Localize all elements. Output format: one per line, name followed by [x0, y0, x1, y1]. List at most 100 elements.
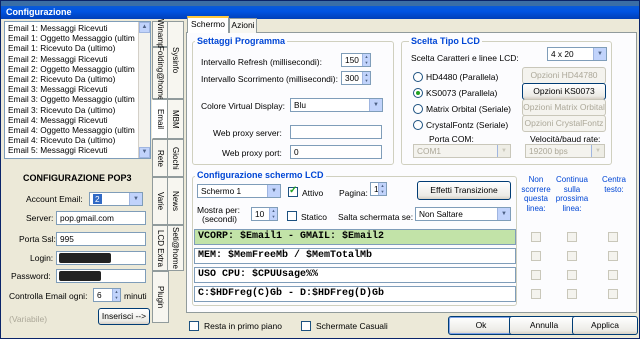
chevron-down-icon[interactable]: ▼ [591, 145, 604, 157]
center-checkbox-1[interactable] [608, 232, 618, 242]
tab-sysinfo[interactable]: Sysinfo [167, 21, 184, 99]
server-field[interactable]: pop.gmail.com [56, 211, 146, 225]
proxy-port-label: Web proxy port: [222, 148, 282, 158]
no-scroll-checkbox-2[interactable] [531, 251, 541, 261]
page-stepper[interactable]: 1 ▲ ▼ [370, 182, 387, 196]
chevron-down-icon[interactable]: ▼ [593, 48, 606, 60]
proxy-server-field[interactable] [290, 125, 382, 139]
refresh-stepper[interactable]: 150 ▲ ▼ [341, 53, 371, 67]
password-field[interactable] [56, 269, 146, 283]
center-checkbox-3[interactable] [608, 270, 618, 280]
account-select[interactable]: 2 ▼ [89, 192, 143, 206]
list-item[interactable]: Email 3: Ricevuto Da (ultimo) [5, 105, 139, 115]
port-label: Porta Ssl: [19, 234, 56, 244]
center-checkbox-2[interactable] [608, 251, 618, 261]
show-for-stepper[interactable]: 10 ▲ ▼ [251, 207, 278, 221]
ok-button[interactable]: Ok [448, 316, 514, 335]
no-scroll-header: Non scorrere questa linea: [521, 175, 551, 213]
check-interval-label: Controlla Email ogni: [9, 291, 88, 301]
lcd-line-1[interactable]: VCORP: $Email1 - GMAIL: $Email2 [194, 229, 516, 245]
list-item[interactable]: Email 4: Messaggi Ricevuti [5, 115, 139, 125]
tab-giochi[interactable]: Giochi [167, 139, 184, 177]
no-scroll-checkbox-4[interactable] [531, 289, 541, 299]
continue-checkbox-3[interactable] [567, 270, 577, 280]
chevron-down-icon[interactable]: ▼ [497, 145, 510, 157]
no-scroll-checkbox-1[interactable] [531, 232, 541, 242]
com-port-label: Porta COM: [429, 134, 474, 144]
color-select[interactable]: Blu ▼ [290, 98, 383, 112]
lcd-line-4[interactable]: C:$HDFreg(C)Gb - D:$HDFreg(D)Gb [194, 286, 516, 302]
list-item[interactable]: Email 4: Oggetto Messaggio (ultim [5, 125, 139, 135]
list-item[interactable]: Email 5: Messaggi Ricevuti [5, 145, 139, 155]
continue-checkbox-2[interactable] [567, 251, 577, 261]
screen-config-title: Configurazione schermo LCD [195, 170, 326, 180]
window-title: Configurazione [1, 6, 639, 19]
skip-select[interactable]: Non Saltare ▼ [415, 207, 511, 221]
tab-seti-home[interactable]: Seti@home [167, 225, 184, 271]
list-item[interactable]: Email 3: Messaggi Ricevuti [5, 84, 139, 94]
list-item[interactable]: Email 1: Messaggi Ricevuti [5, 23, 139, 33]
ks0073-options-button[interactable]: Opzioni KS0073 [522, 83, 606, 100]
tab-news[interactable]: News [167, 177, 184, 225]
active-checkbox[interactable] [288, 185, 298, 197]
list-item[interactable]: Email 1: Ricevuto Da (ultimo) [5, 43, 139, 53]
tab-azioni[interactable]: Azioni [229, 18, 257, 33]
random-screens-checkbox[interactable] [301, 321, 311, 331]
scroll-up-icon[interactable]: ▲ [139, 22, 150, 33]
radio-ks0073[interactable] [413, 88, 423, 98]
continue-checkbox-4[interactable] [567, 289, 577, 299]
radio-hd44780-label: HD4480 (Parallela) [426, 72, 499, 82]
list-item[interactable]: Email 3: Oggetto Messaggio (ultim [5, 94, 139, 104]
no-scroll-checkbox-3[interactable] [531, 270, 541, 280]
lcd-size-select[interactable]: 4 x 20 ▼ [547, 47, 607, 61]
list-item[interactable]: Email 2: Ricevuto Da (ultimo) [5, 74, 139, 84]
com-port-select[interactable]: COM1 ▼ [413, 144, 511, 158]
list-item[interactable]: Email 1: Oggetto Messaggio (ultim [5, 33, 139, 43]
baud-select[interactable]: 19200 bps ▼ [525, 144, 605, 158]
chevron-down-icon[interactable]: ▼ [129, 193, 142, 205]
list-item[interactable]: Email 2: Messaggi Ricevuti [5, 54, 139, 64]
list-scrollbar[interactable]: ▲ ▼ [138, 22, 150, 158]
apply-button[interactable]: Applica [572, 316, 638, 335]
tab-mbm[interactable]: MBM [167, 99, 184, 139]
chevron-down-icon[interactable]: ▼ [267, 185, 280, 197]
cancel-button[interactable]: Annulla [509, 316, 579, 335]
color-label: Colore Virtual Display: [201, 101, 285, 111]
server-label: Server: [26, 213, 54, 223]
static-checkbox[interactable] [287, 211, 297, 221]
matrix-orbital-options-button[interactable]: Opzioni Matrix Orbital [522, 99, 606, 116]
variable-hint: (Variabile) [9, 314, 48, 324]
chevron-down-icon[interactable]: ▼ [369, 99, 382, 111]
proxy-port-field[interactable]: 0 [290, 145, 382, 159]
tab-schermo[interactable]: Schermo [187, 16, 229, 33]
scroll-stepper[interactable]: 300 ▲ ▼ [341, 71, 371, 85]
stay-on-top-label: Resta in primo piano [204, 321, 282, 331]
skip-label: Salta schermata se: [338, 212, 414, 222]
radio-hd44780[interactable] [413, 72, 423, 82]
radio-crystalfontz[interactable] [413, 120, 423, 130]
page-label: Pagina: [339, 188, 368, 198]
lcd-line-3[interactable]: USO CPU: $CPUUsage%% [194, 267, 516, 283]
seconds-label: (secondi) [202, 214, 237, 224]
email-item-list[interactable]: Email 1: Messaggi Ricevuti Email 1: Ogge… [4, 21, 151, 159]
login-field[interactable] [56, 251, 146, 265]
stay-on-top-checkbox[interactable] [189, 321, 199, 331]
continue-checkbox-1[interactable] [567, 232, 577, 242]
check-interval-stepper[interactable]: 6 ▲ ▼ [93, 288, 121, 302]
lcd-line-2[interactable]: MEM: $MemFreeMb / $MemTotalMb [194, 248, 516, 264]
password-label: Password: [11, 271, 51, 281]
lcd-type-title: Scelta Tipo LCD [409, 36, 482, 46]
list-item[interactable]: Email 2: Oggetto Messaggio (ultim [5, 64, 139, 74]
port-field[interactable]: 995 [56, 232, 146, 246]
hd44780-options-button[interactable]: Opzioni HD44780 [522, 67, 606, 84]
insert-button[interactable]: Inserisci --> [98, 308, 150, 325]
list-item[interactable]: Email 4: Ricevuto Da (ultimo) [5, 135, 139, 145]
scroll-down-icon[interactable]: ▼ [139, 147, 150, 158]
center-checkbox-4[interactable] [608, 289, 618, 299]
radio-matrix-orbital[interactable] [413, 104, 423, 114]
chevron-down-icon[interactable]: ▼ [497, 208, 510, 220]
crystalfontz-options-button[interactable]: Opzioni CrystalFontz [522, 115, 606, 132]
transition-effects-button[interactable]: Effetti Transizione [417, 181, 511, 200]
tab-plugin[interactable]: Plugin [152, 271, 169, 323]
screen-select[interactable]: Schermo 1 ▼ [197, 184, 281, 198]
